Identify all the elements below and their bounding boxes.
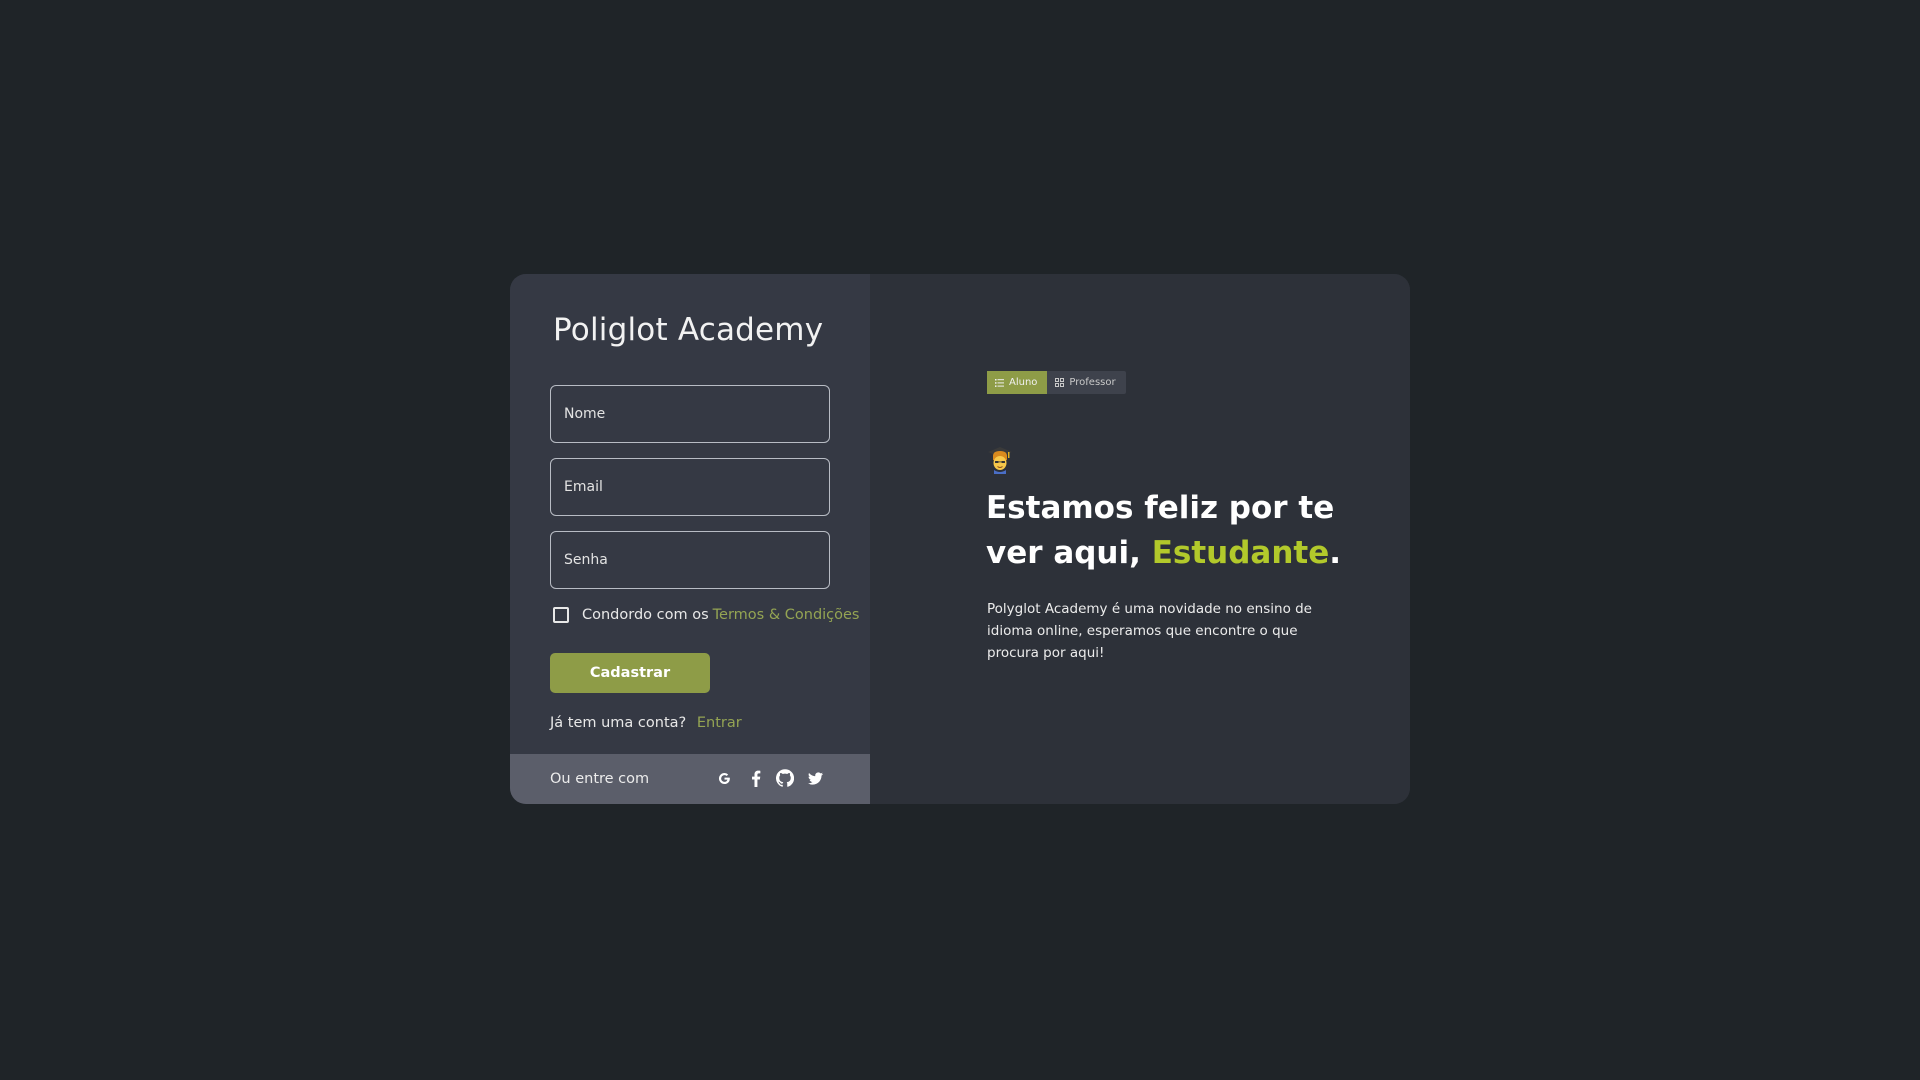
name-input[interactable] (550, 385, 830, 443)
social-login-bar: Ou entre com (510, 754, 870, 804)
terms-row: Condordo com os Termos & Condições (553, 607, 860, 623)
welcome-panel: Aluno Professor Estamos feliz por te ver… (870, 274, 1410, 804)
terms-checkbox[interactable] (553, 607, 569, 623)
login-link[interactable]: Entrar (697, 715, 742, 731)
welcome-description: Polyglot Academy é uma novidade no ensin… (987, 601, 1312, 661)
account-question: Já tem uma conta? (550, 715, 687, 731)
role-teacher-label: Professor (1069, 377, 1116, 388)
student-emoji-icon (987, 446, 1013, 474)
role-toggle: Aluno Professor (987, 371, 1126, 394)
terms-link[interactable]: Termos & Condições (713, 607, 860, 623)
social-login-label: Ou entre com (550, 771, 650, 787)
signup-panel: Poliglot Academy Condordo com os Termos … (510, 274, 870, 804)
list-icon (995, 378, 1004, 387)
terms-label: Condordo com os (582, 607, 709, 623)
headline-suffix: . (1329, 535, 1342, 571)
twitter-icon[interactable] (805, 768, 825, 788)
role-student-button[interactable]: Aluno (987, 371, 1048, 394)
role-student-label: Aluno (1009, 377, 1038, 388)
github-icon[interactable] (775, 768, 795, 788)
brand-title: Poliglot Academy (553, 312, 824, 348)
register-button[interactable]: Cadastrar (550, 653, 710, 693)
grid-icon (1055, 378, 1065, 387)
welcome-headline: Estamos feliz por te ver aqui, Estudante… (986, 486, 1386, 576)
signup-card: Poliglot Academy Condordo com os Termos … (510, 274, 1410, 804)
google-icon[interactable] (714, 768, 734, 788)
facebook-icon[interactable] (746, 768, 766, 788)
password-input[interactable] (550, 531, 830, 589)
login-prompt: Já tem uma conta? Entrar (550, 715, 742, 731)
headline-role-highlight: Estudante (1151, 535, 1330, 571)
role-teacher-button[interactable]: Professor (1047, 371, 1125, 394)
email-input[interactable] (550, 458, 830, 516)
